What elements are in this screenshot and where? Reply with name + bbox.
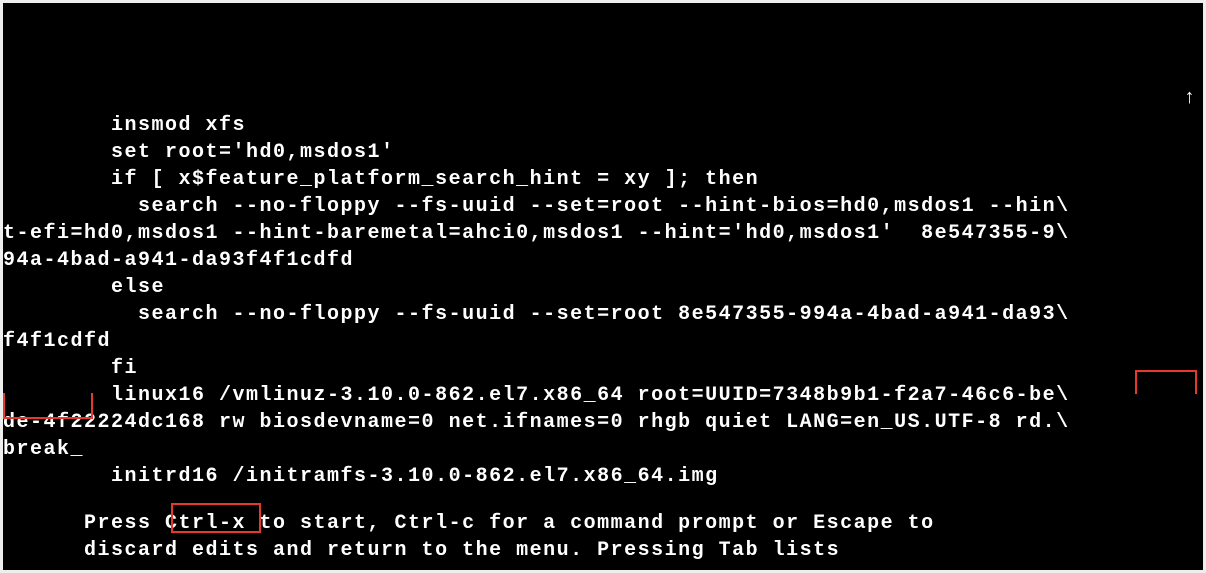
footer-line: discard edits and return to the menu. Pr…: [3, 539, 840, 562]
grub-line: f4f1cdfd: [3, 330, 111, 353]
grub-editor-screen[interactable]: ↑ insmod xfs set root='hd0,msdos1' if [ …: [0, 0, 1206, 573]
grub-line: fi: [3, 357, 138, 380]
grub-line: t-efi=hd0,msdos1 --hint-baremetal=ahci0,…: [3, 222, 1070, 245]
grub-line: break_: [3, 438, 84, 461]
grub-line: insmod xfs: [3, 114, 246, 137]
grub-line: search --no-floppy --fs-uuid --set=root …: [3, 195, 1070, 218]
grub-line: else: [3, 276, 165, 299]
grub-script-body[interactable]: insmod xfs set root='hd0,msdos1' if [ x$…: [3, 85, 1203, 490]
grub-line: de-4f22224dc168 rw biosdevname=0 net.ifn…: [3, 411, 1070, 434]
footer-line: Press Ctrl-x to start, Ctrl-c for a comm…: [3, 512, 935, 535]
grub-line: 94a-4bad-a941-da93f4f1cdfd: [3, 249, 354, 272]
grub-line: set root='hd0,msdos1': [3, 141, 395, 164]
grub-help-footer: Press Ctrl-x to start, Ctrl-c for a comm…: [3, 483, 1203, 564]
grub-line: linux16 /vmlinuz-3.10.0-862.el7.x86_64 r…: [3, 384, 1070, 407]
grub-line: search --no-floppy --fs-uuid --set=root …: [3, 303, 1070, 326]
grub-line: if [ x$feature_platform_search_hint = xy…: [3, 168, 759, 191]
